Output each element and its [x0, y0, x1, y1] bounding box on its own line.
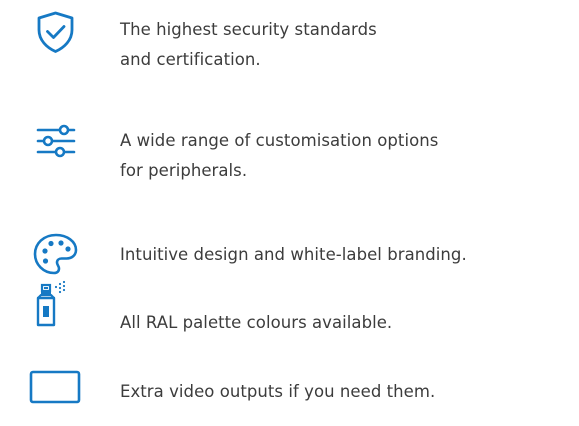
feature-text-line: Intuitive design and white-label brandin… [120, 245, 467, 264]
feature-text: Extra video outputs if you need them. [120, 377, 570, 407]
feature-text-line: and certification. [120, 50, 261, 69]
feature-text-line: All RAL palette colours available. [120, 313, 393, 332]
display-icon [24, 359, 88, 407]
feature-text-line: for peripherals. [120, 161, 248, 180]
feature-text: Intuitive design and white-label brandin… [120, 240, 570, 270]
feature-text: The highest security standards and certi… [120, 15, 570, 75]
feature-text: A wide range of customisation options fo… [120, 126, 570, 186]
feature-text: All RAL palette colours available. [120, 308, 570, 338]
shield-check-icon [24, 10, 88, 58]
feature-text-line: The highest security standards [120, 20, 377, 39]
sliders-icon [24, 121, 88, 169]
feature-list: The highest security standards and certi… [0, 0, 579, 426]
spray-can-icon [24, 279, 88, 327]
feature-text-line: A wide range of customisation options [120, 131, 439, 150]
feature-text-line: Extra video outputs if you need them. [120, 382, 436, 401]
palette-icon [24, 229, 88, 277]
